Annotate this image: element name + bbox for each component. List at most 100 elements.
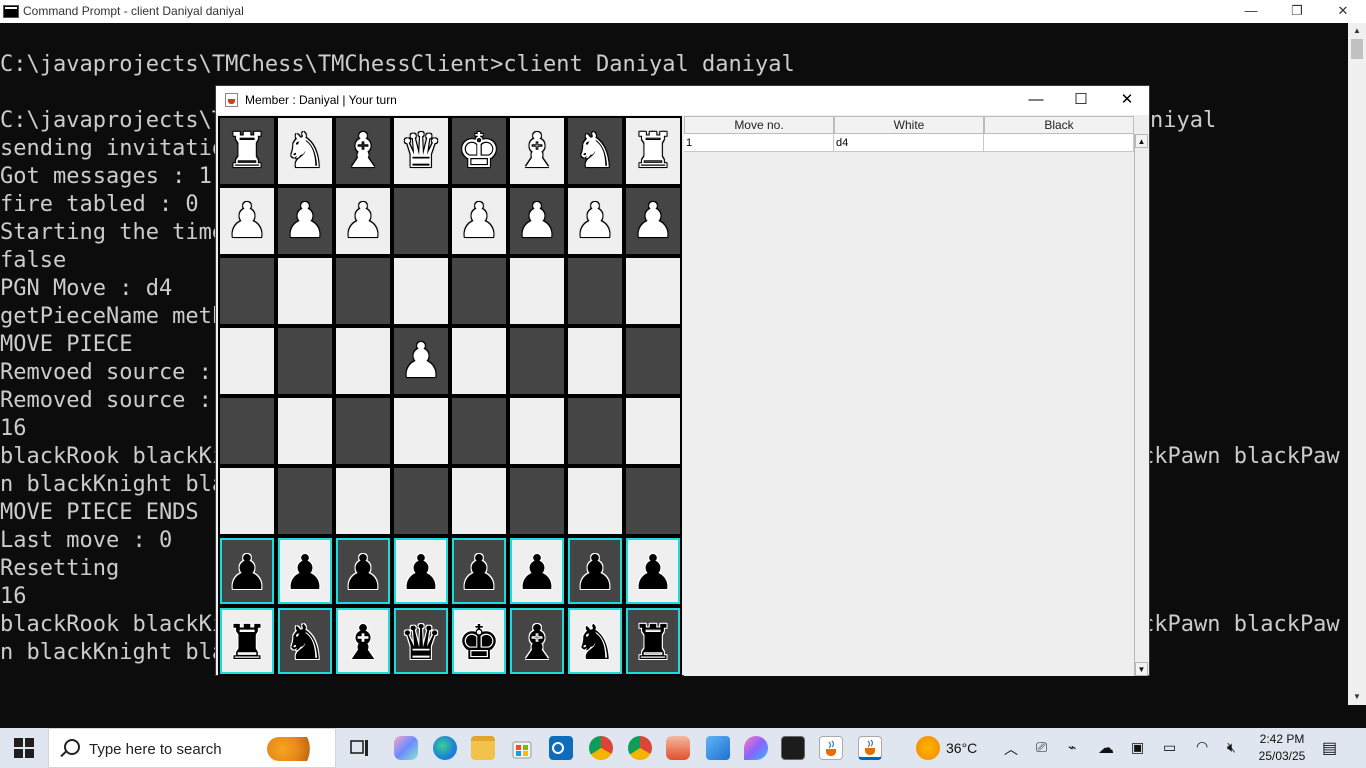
board-square[interactable] xyxy=(220,258,274,324)
chess-piece-icon[interactable]: ♜ xyxy=(222,610,272,672)
board-square[interactable] xyxy=(626,258,680,324)
paint-icon[interactable] xyxy=(666,736,690,760)
board-square[interactable] xyxy=(510,398,564,464)
board-square[interactable]: ♟ xyxy=(568,188,622,254)
board-square[interactable]: ♟ xyxy=(336,188,390,254)
battery-icon[interactable]: ▭ xyxy=(1163,739,1176,756)
search-highlight-icon[interactable] xyxy=(267,737,319,761)
board-square[interactable]: ♚ xyxy=(452,118,506,184)
board-square[interactable] xyxy=(220,468,274,534)
chess-piece-icon[interactable]: ♟ xyxy=(510,188,564,254)
onedrive-app-icon[interactable] xyxy=(744,736,768,760)
board-square[interactable]: ♝ xyxy=(510,608,564,674)
board-square[interactable]: ♟ xyxy=(336,538,390,604)
board-square[interactable]: ♟ xyxy=(452,188,506,254)
chess-piece-icon[interactable]: ♜ xyxy=(220,118,274,184)
board-square[interactable]: ♞ xyxy=(568,608,622,674)
white-move-cell[interactable]: d4 xyxy=(834,134,984,152)
chess-piece-icon[interactable]: ♟ xyxy=(338,540,388,602)
board-square[interactable] xyxy=(278,398,332,464)
chess-piece-icon[interactable]: ♟ xyxy=(336,188,390,254)
board-square[interactable]: ♟ xyxy=(626,538,680,604)
chess-piece-icon[interactable]: ♟ xyxy=(626,188,680,254)
chess-maximize-button[interactable]: ☐ xyxy=(1058,86,1104,115)
board-square[interactable] xyxy=(336,328,390,394)
chess-piece-icon[interactable]: ♝ xyxy=(510,118,564,184)
board-square[interactable]: ♟ xyxy=(452,538,506,604)
terminal-icon[interactable] xyxy=(781,736,805,760)
speaker-muted-icon[interactable]: 🔇︎ xyxy=(1227,739,1236,756)
chess-piece-icon[interactable]: ♟ xyxy=(512,540,562,602)
board-square[interactable] xyxy=(278,328,332,394)
moves-header-black[interactable]: Black xyxy=(984,116,1134,134)
chess-piece-icon[interactable]: ♟ xyxy=(280,540,330,602)
board-square[interactable]: ♟ xyxy=(626,188,680,254)
chess-piece-icon[interactable]: ♝ xyxy=(338,610,388,672)
board-square[interactable]: ♟ xyxy=(278,188,332,254)
board-square[interactable] xyxy=(336,258,390,324)
chess-minimize-button[interactable]: — xyxy=(1013,86,1059,115)
board-square[interactable]: ♜ xyxy=(626,608,680,674)
chess-piece-icon[interactable]: ♛ xyxy=(394,118,448,184)
chess-piece-icon[interactable]: ♜ xyxy=(626,118,680,184)
meet-now-icon[interactable]: ⎚ xyxy=(1036,739,1047,756)
board-square[interactable] xyxy=(220,328,274,394)
outlook-icon[interactable] xyxy=(549,736,573,760)
board-square[interactable] xyxy=(336,398,390,464)
chrome-profile-icon[interactable] xyxy=(589,736,613,760)
chess-piece-icon[interactable]: ♛ xyxy=(396,610,446,672)
chess-piece-icon[interactable]: ♝ xyxy=(336,118,390,184)
board-square[interactable] xyxy=(452,258,506,324)
board-square[interactable]: ♜ xyxy=(220,118,274,184)
black-move-cell[interactable] xyxy=(984,134,1134,152)
scroll-thumb[interactable] xyxy=(1351,39,1363,59)
board-square[interactable]: ♟ xyxy=(568,538,622,604)
board-square[interactable] xyxy=(452,468,506,534)
board-square[interactable] xyxy=(626,468,680,534)
chess-piece-icon[interactable]: ♟ xyxy=(396,540,446,602)
wifi-icon[interactable]: ◠ xyxy=(1196,738,1208,755)
board-square[interactable]: ♞ xyxy=(278,118,332,184)
edge-icon[interactable] xyxy=(433,736,457,760)
board-square[interactable]: ♝ xyxy=(336,608,390,674)
board-square[interactable] xyxy=(568,468,622,534)
board-square[interactable] xyxy=(510,328,564,394)
console-scrollbar[interactable]: ▲ ▼ xyxy=(1348,23,1366,705)
table-row[interactable]: 1 d4 xyxy=(684,134,1134,152)
display-icon[interactable]: ▣ xyxy=(1131,739,1144,756)
chess-piece-icon[interactable]: ♟ xyxy=(570,540,620,602)
java-app-icon[interactable] xyxy=(819,736,843,760)
chess-piece-icon[interactable]: ♟ xyxy=(278,188,332,254)
board-square[interactable]: ♟ xyxy=(394,538,448,604)
chess-piece-icon[interactable]: ♞ xyxy=(280,610,330,672)
scroll-down-arrow-icon[interactable]: ▼ xyxy=(1348,689,1366,705)
weather-sun-icon[interactable] xyxy=(916,736,940,760)
board-square[interactable]: ♜ xyxy=(626,118,680,184)
photos-icon[interactable] xyxy=(706,736,730,760)
clock-date[interactable]: 25/03/25 xyxy=(1252,749,1312,763)
chess-piece-icon[interactable]: ♚ xyxy=(452,118,506,184)
board-square[interactable]: ♝ xyxy=(510,118,564,184)
board-square[interactable]: ♟ xyxy=(510,188,564,254)
network-off-icon[interactable]: ⌁ xyxy=(1068,739,1076,756)
board-square[interactable] xyxy=(394,468,448,534)
moves-scrollbar[interactable]: ▲ ▼ xyxy=(1134,134,1148,676)
clock-time[interactable]: 2:42 PM xyxy=(1252,732,1312,746)
chess-piece-icon[interactable]: ♟ xyxy=(628,540,678,602)
java-active-app-icon[interactable] xyxy=(858,736,882,760)
chess-piece-icon[interactable]: ♚ xyxy=(454,610,504,672)
board-square[interactable] xyxy=(452,328,506,394)
chess-piece-icon[interactable]: ♟ xyxy=(452,188,506,254)
board-square[interactable]: ♛ xyxy=(394,118,448,184)
move-number-cell[interactable]: 1 xyxy=(684,134,834,152)
moves-scroll-down-icon[interactable]: ▼ xyxy=(1135,662,1148,676)
board-square[interactable]: ♟ xyxy=(510,538,564,604)
board-square[interactable]: ♟ xyxy=(278,538,332,604)
board-square[interactable]: ♝ xyxy=(336,118,390,184)
console-maximize-button[interactable]: ❐ xyxy=(1274,0,1320,23)
board-square[interactable] xyxy=(220,398,274,464)
file-explorer-icon[interactable] xyxy=(471,736,495,760)
chess-piece-icon[interactable]: ♟ xyxy=(220,188,274,254)
board-square[interactable] xyxy=(510,468,564,534)
taskbar-search-box[interactable]: Type here to search xyxy=(48,728,336,768)
